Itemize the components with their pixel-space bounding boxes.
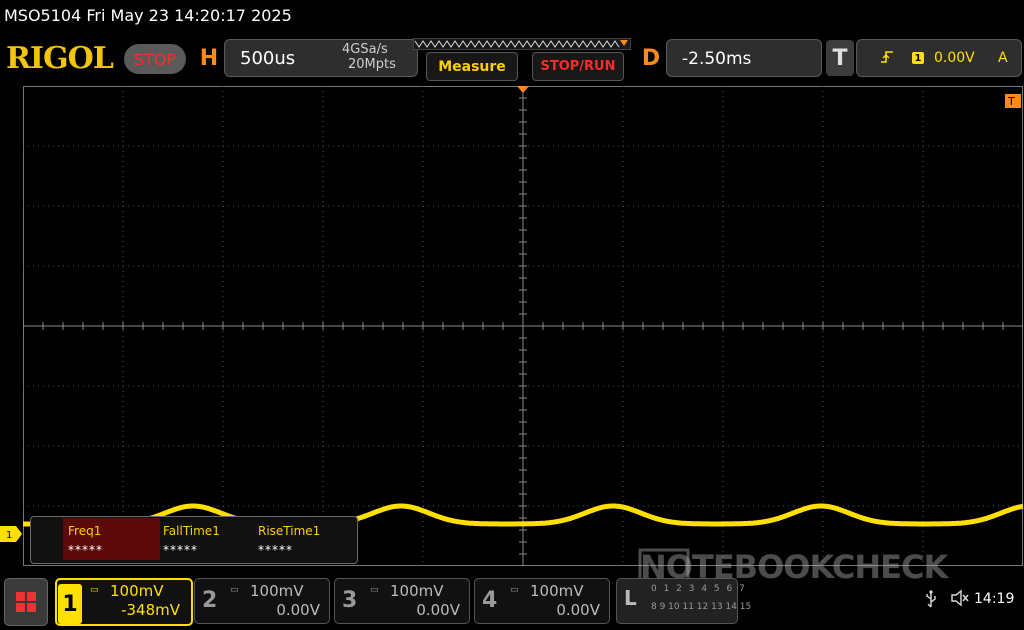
memory-depth: 20Mpts xyxy=(348,57,396,72)
logic-channels-0-7: 0 1 2 3 4 5 6 7 xyxy=(651,584,747,594)
run-state-badge[interactable]: STOP xyxy=(124,44,186,74)
trigger-source-badge: 1 xyxy=(912,52,924,64)
channel-3-number: 3 xyxy=(342,588,358,613)
rising-edge-icon xyxy=(881,51,893,63)
device-title: MSO5104 Fri May 23 14:20:17 2025 xyxy=(4,6,292,25)
measurement-name: FallTime1 xyxy=(163,524,220,538)
menu-grid-icon xyxy=(16,592,36,612)
trigger-level-marker-label: T xyxy=(1007,95,1015,108)
dc-coupling-icon: ▭ xyxy=(510,585,518,595)
horizontal-label[interactable]: H xyxy=(195,40,223,76)
measurement-value: ***** xyxy=(163,543,198,557)
ch1-level-marker[interactable]: 1 xyxy=(0,526,22,542)
channel-2-number: 2 xyxy=(202,588,218,613)
trigger-level-marker: T xyxy=(1005,94,1021,108)
measurement-value: ***** xyxy=(68,543,103,557)
clock: 14:19 xyxy=(974,591,1015,607)
channel-3-scale: 100mV xyxy=(390,582,444,600)
channel-1-scale: 100mV xyxy=(110,582,164,600)
rigol-logo: RIGOL xyxy=(6,41,114,76)
trigger-level: 0.00V xyxy=(934,50,975,66)
stop-run-button[interactable]: STOP/RUN xyxy=(532,52,624,81)
speaker-muted-icon[interactable] xyxy=(950,589,970,607)
timebase-value: 500us xyxy=(240,48,296,69)
channel-2-offset: 0.00V xyxy=(276,601,320,619)
dc-coupling-icon: ▭ xyxy=(90,585,98,595)
channel-1-offset: -348mV xyxy=(121,601,180,619)
channel-1-number: 1 xyxy=(58,584,82,624)
logic-channels-8-15: 8 9 10 11 12 13 14 15 xyxy=(651,602,752,612)
channel-2-scale: 100mV xyxy=(250,582,304,600)
channel-4-scale: 100mV xyxy=(530,582,584,600)
measurement-name: RiseTime1 xyxy=(258,524,321,538)
delay-label[interactable]: D xyxy=(637,40,665,76)
main-menu-button[interactable] xyxy=(4,578,48,626)
sample-rate: 4GSa/s xyxy=(342,42,388,57)
usb-icon xyxy=(926,590,936,608)
dc-coupling-icon: ▭ xyxy=(230,585,238,595)
measurement-name: Freq1 xyxy=(68,524,102,538)
svg-text:1: 1 xyxy=(6,530,12,541)
dc-coupling-icon: ▭ xyxy=(370,585,378,595)
memory-position-bar xyxy=(413,38,631,50)
trigger-mode: A xyxy=(998,50,1008,66)
delay-value: -2.50ms xyxy=(682,49,752,69)
measure-button[interactable]: Measure xyxy=(426,52,518,81)
channel-3-offset: 0.00V xyxy=(416,601,460,619)
grid-lines xyxy=(23,86,1023,566)
trigger-position-marker xyxy=(517,86,529,93)
channel-4-offset: 0.00V xyxy=(556,601,600,619)
channel-4-number: 4 xyxy=(482,588,498,613)
measurement-value: ***** xyxy=(258,543,293,557)
trigger-label[interactable]: T xyxy=(826,40,854,76)
logic-analyzer-label: L xyxy=(624,586,637,610)
waveform-display[interactable]: T xyxy=(23,86,1023,566)
